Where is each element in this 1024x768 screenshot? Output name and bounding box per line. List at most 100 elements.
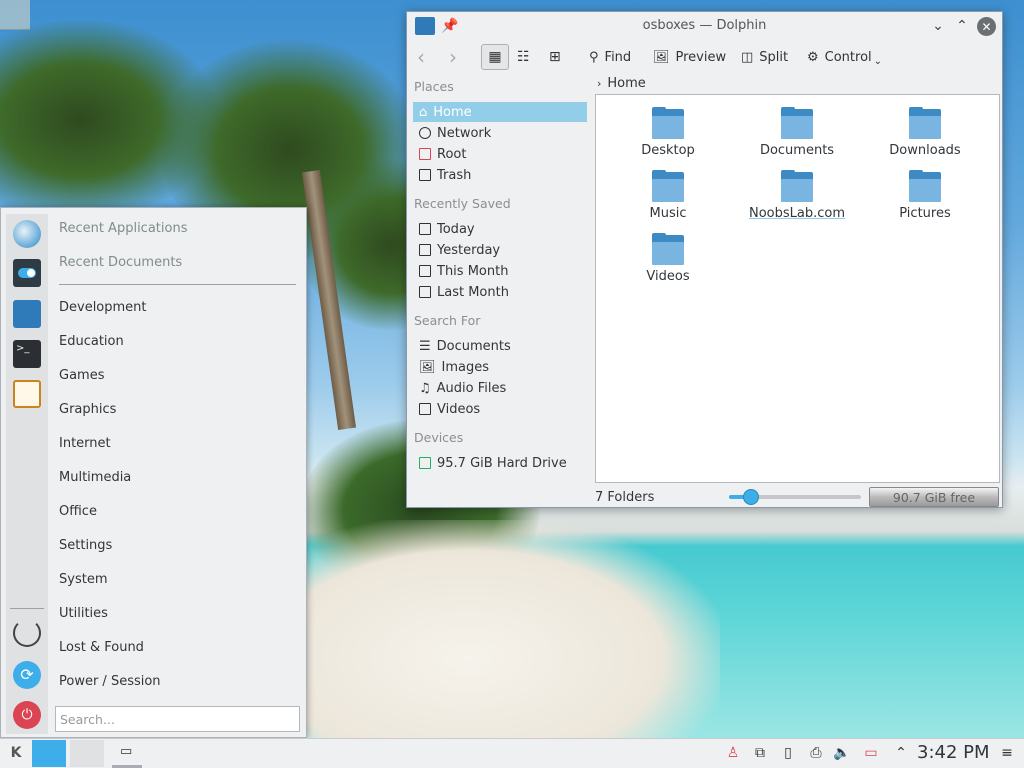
- video-icon: [419, 403, 431, 415]
- menu-item-games[interactable]: Games: [59, 368, 104, 383]
- folder-icon: [652, 170, 684, 202]
- menu-item-multimedia[interactable]: Multimedia: [59, 470, 131, 485]
- clock[interactable]: 3:42 PM: [917, 742, 990, 763]
- split-label: Split: [759, 49, 789, 65]
- folder-item[interactable]: NoobsLab.com: [742, 170, 852, 221]
- network-icon: [419, 127, 431, 139]
- favorite-terminal-icon[interactable]: >_: [13, 340, 41, 368]
- places-item-last-month[interactable]: Last Month: [413, 282, 587, 302]
- printer-icon[interactable]: ⎙: [807, 744, 825, 762]
- zoom-slider-handle[interactable]: [743, 489, 760, 505]
- find-button[interactable]: ⚲ Find: [589, 44, 631, 70]
- places-panel: Places ⌂ Home Network Root Trash Recently…: [411, 76, 591, 476]
- menu-item-development[interactable]: Development: [59, 300, 147, 315]
- places-item-home[interactable]: ⌂ Home: [413, 102, 587, 122]
- control-button[interactable]: ⚙ Control ⌄: [807, 44, 882, 70]
- calendar-icon: [419, 223, 431, 235]
- panel-menu-icon[interactable]: ≡: [998, 744, 1016, 762]
- file-view[interactable]: Desktop Documents Downloads Music NoobsL…: [595, 94, 1000, 483]
- favorite-dolphin-icon[interactable]: [13, 300, 41, 328]
- zoom-slider[interactable]: [729, 489, 861, 505]
- find-label: Find: [604, 49, 632, 65]
- preview-button[interactable]: 🖼 Preview: [653, 44, 726, 70]
- folder-item[interactable]: Videos: [613, 233, 723, 284]
- back-button[interactable]: ‹: [417, 44, 425, 70]
- menu-item-internet[interactable]: Internet: [59, 436, 111, 451]
- menu-item-utilities[interactable]: Utilities: [59, 606, 108, 621]
- favorite-settings-icon[interactable]: [13, 259, 41, 287]
- menu-item-power-session[interactable]: Power / Session: [59, 674, 161, 689]
- close-icon[interactable]: ✕: [977, 17, 996, 36]
- chevron-up-icon[interactable]: ⌃: [892, 744, 910, 762]
- refresh-icon[interactable]: ⟳: [13, 661, 41, 689]
- power-icon[interactable]: [13, 619, 41, 647]
- calendar-icon: [419, 286, 431, 298]
- network-icon[interactable]: ▭: [862, 744, 880, 762]
- menu-item-settings[interactable]: Settings: [59, 538, 112, 553]
- places-item-today[interactable]: Today: [413, 219, 587, 239]
- shutdown-icon[interactable]: ⏻: [13, 701, 41, 729]
- minimize-icon[interactable]: ⌄: [929, 17, 947, 35]
- places-item-label: Yesterday: [437, 242, 501, 258]
- favorite-browser-icon[interactable]: [13, 220, 41, 248]
- places-item-root[interactable]: Root: [413, 144, 587, 164]
- desktop-toolbox-button[interactable]: [0, 0, 30, 30]
- free-space-bar[interactable]: 90.7 GiB free: [869, 487, 999, 507]
- volume-icon[interactable]: 🔈: [833, 744, 851, 762]
- kde-launcher-icon[interactable]: K: [4, 744, 28, 762]
- search-icon: ⚲: [589, 49, 599, 65]
- pager-desktop-2[interactable]: [70, 740, 104, 767]
- places-item-network[interactable]: Network: [413, 123, 587, 143]
- menu-item-office[interactable]: Office: [59, 504, 97, 519]
- document-icon: ☰: [419, 338, 431, 354]
- breadcrumb-home[interactable]: Home: [607, 76, 645, 91]
- folder-item[interactable]: Documents: [742, 107, 852, 158]
- places-item-hard-drive[interactable]: 95.7 GiB Hard Drive: [413, 453, 587, 473]
- menu-recent-applications[interactable]: Recent Applications: [59, 221, 187, 236]
- calendar-icon: [419, 265, 431, 277]
- details-view-button[interactable]: ⊞: [549, 44, 561, 70]
- places-item-label: Home: [433, 104, 472, 120]
- compact-view-button[interactable]: ☷: [517, 44, 530, 70]
- launcher-search-input[interactable]: Search...: [55, 706, 300, 732]
- places-item-search-videos[interactable]: Videos: [413, 399, 587, 419]
- menu-item-education[interactable]: Education: [59, 334, 124, 349]
- menu-item-system[interactable]: System: [59, 572, 107, 587]
- menu-item-graphics[interactable]: Graphics: [59, 402, 116, 417]
- battery-icon[interactable]: ▯: [779, 744, 797, 762]
- forward-button[interactable]: ›: [449, 44, 457, 70]
- places-item-trash[interactable]: Trash: [413, 165, 587, 185]
- places-item-search-documents[interactable]: ☰ Documents: [413, 336, 587, 356]
- user-icon[interactable]: ♙: [724, 744, 742, 762]
- places-item-this-month[interactable]: This Month: [413, 261, 587, 281]
- places-item-search-audio[interactable]: ♫ Audio Files: [413, 378, 587, 398]
- task-dolphin[interactable]: ▭: [112, 739, 142, 768]
- folder-item[interactable]: Music: [613, 170, 723, 221]
- breadcrumb[interactable]: › Home: [597, 76, 646, 91]
- menu-recent-documents[interactable]: Recent Documents: [59, 255, 182, 270]
- pager-desktop-1[interactable]: [32, 740, 66, 767]
- split-button[interactable]: ◫ Split: [741, 44, 788, 70]
- chevron-down-icon: ⌄: [873, 55, 883, 67]
- favorite-text-editor-icon[interactable]: [13, 380, 41, 408]
- maximize-icon[interactable]: ⌃: [953, 17, 971, 35]
- wallpaper-beach: [300, 520, 720, 738]
- menu-separator: [59, 284, 296, 285]
- folder-icon: [652, 233, 684, 265]
- clipboard-icon[interactable]: ⧉: [751, 744, 769, 762]
- dolphin-window[interactable]: 📌 osboxes — Dolphin ⌄ ⌃ ✕ ‹ › ▦ ☷ ⊞ ⚲ Fin…: [406, 11, 1003, 508]
- folder-item[interactable]: Desktop: [613, 107, 723, 158]
- places-item-search-images[interactable]: 🖼 Images: [413, 357, 587, 377]
- places-item-label: Root: [437, 146, 467, 162]
- folder-item[interactable]: Downloads: [870, 107, 980, 158]
- folder-icon: [909, 107, 941, 139]
- icons-view-button[interactable]: ▦: [481, 44, 509, 70]
- chevron-right-icon: ›: [597, 77, 602, 90]
- places-item-yesterday[interactable]: Yesterday: [413, 240, 587, 260]
- folder-item[interactable]: Pictures: [870, 170, 980, 221]
- window-titlebar[interactable]: 📌 osboxes — Dolphin ⌄ ⌃ ✕: [407, 12, 1002, 40]
- tree-view-icon: ⊞: [549, 49, 561, 65]
- menu-item-lost-found[interactable]: Lost & Found: [59, 640, 144, 655]
- free-space-label: 90.7 GiB free: [892, 489, 976, 505]
- places-item-label: Documents: [436, 338, 511, 354]
